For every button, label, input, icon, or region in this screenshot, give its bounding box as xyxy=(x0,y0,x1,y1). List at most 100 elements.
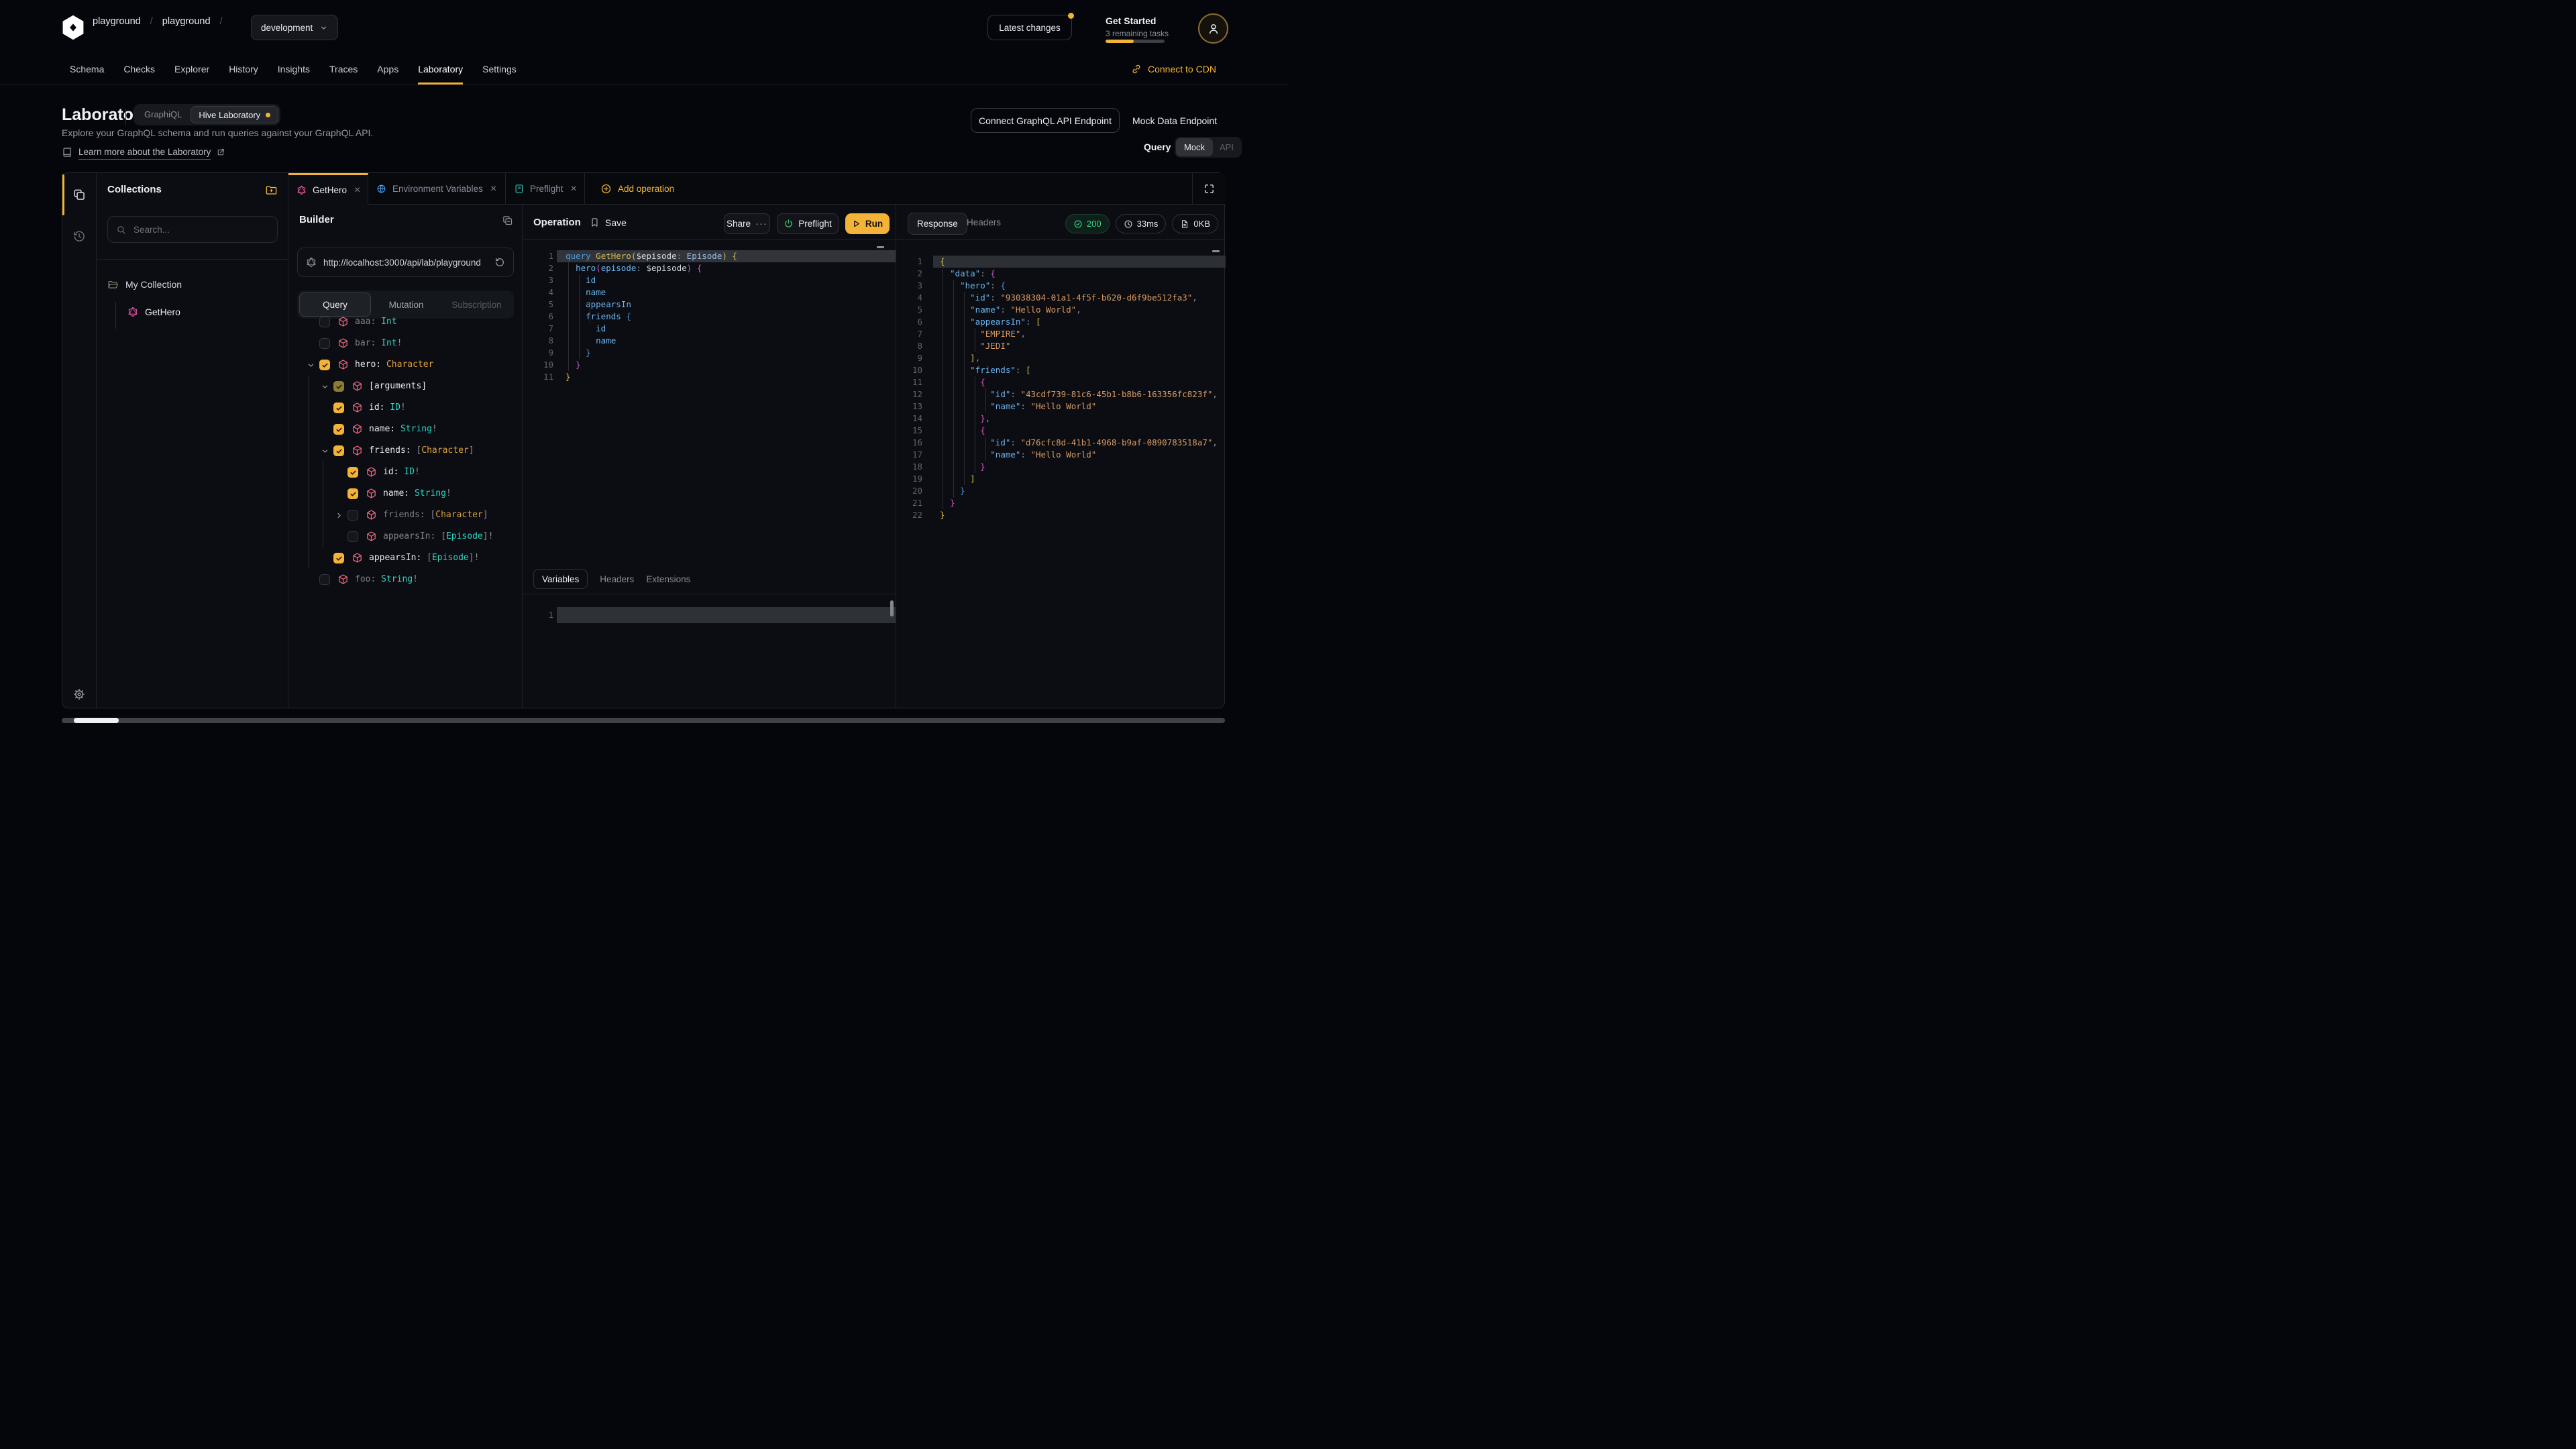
avatar[interactable] xyxy=(1198,13,1228,44)
line-number: 11 xyxy=(896,376,922,388)
field-checkbox[interactable] xyxy=(333,381,344,392)
nav-tab-settings[interactable]: Settings xyxy=(482,54,517,85)
search-input[interactable] xyxy=(132,224,269,235)
collection-operation-row[interactable]: GetHero xyxy=(127,301,180,323)
code-line: 5 "name": "Hello World", xyxy=(896,304,1226,316)
collection-folder-label: My Collection xyxy=(125,279,182,290)
run-label: Run xyxy=(865,219,883,229)
field-label: [arguments] xyxy=(369,376,427,397)
save-button[interactable]: Save xyxy=(590,205,627,240)
field-checkbox[interactable] xyxy=(347,467,358,478)
field-checkbox[interactable] xyxy=(333,424,344,435)
chevron-down-icon[interactable] xyxy=(321,447,329,455)
field-checkbox[interactable] xyxy=(333,553,344,564)
gear-icon[interactable] xyxy=(72,688,86,701)
horizontal-scrollbar[interactable] xyxy=(62,718,1225,723)
nav-tab-explorer[interactable]: Explorer xyxy=(174,54,209,85)
code-text: }, xyxy=(922,413,990,425)
response-tab-response[interactable]: Response xyxy=(908,213,967,235)
code-text: "appearsIn": [ xyxy=(922,316,1041,328)
chevron-down-icon[interactable] xyxy=(321,382,329,391)
field-row-hero-2[interactable]: hero: Character xyxy=(288,354,522,376)
io-tab-extensions[interactable]: Extensions xyxy=(646,574,690,584)
response-tab-headers[interactable]: Headers xyxy=(967,205,1001,240)
sidebar-rail xyxy=(62,173,97,708)
field-checkbox[interactable] xyxy=(319,338,330,349)
field-row-foo-12[interactable]: foo: String! xyxy=(288,569,522,590)
add-collection-icon[interactable] xyxy=(265,184,278,197)
close-icon[interactable]: × xyxy=(354,185,360,196)
share-button[interactable]: Share ··· xyxy=(724,213,770,234)
variables-editor[interactable]: 1 xyxy=(523,594,896,623)
field-row-friends-9[interactable]: friends: [Character] xyxy=(288,504,522,526)
field-checkbox[interactable] xyxy=(319,360,330,370)
add-operation-button[interactable]: Add operation xyxy=(585,173,681,205)
view-toggle-graphiql[interactable]: GraphiQL xyxy=(136,106,191,123)
breadcrumb-org[interactable]: playground xyxy=(93,16,141,27)
field-row-arguments-3[interactable]: [arguments] xyxy=(288,376,522,397)
preflight-button[interactable]: Preflight xyxy=(777,213,839,234)
code-line: 2 "data": { xyxy=(896,268,1226,280)
view-toggle-hive-laboratory[interactable]: Hive Laboratory xyxy=(191,106,278,123)
nav-tab-insights[interactable]: Insights xyxy=(278,54,310,85)
target-selector[interactable]: development xyxy=(251,15,338,40)
nav-tab-checks[interactable]: Checks xyxy=(123,54,155,85)
code-line: 11 { xyxy=(896,376,1226,388)
tab-gethero[interactable]: GetHero× xyxy=(288,173,368,205)
field-row-friends-6[interactable]: friends: [Character] xyxy=(288,440,522,462)
code-text: id xyxy=(553,323,606,335)
scrollbar-thumb[interactable] xyxy=(890,600,894,616)
nav-tab-traces[interactable]: Traces xyxy=(329,54,358,85)
field-row-bar-1[interactable]: bar: Int! xyxy=(288,333,522,354)
connect-endpoint-button[interactable]: Connect GraphQL API Endpoint xyxy=(971,108,1120,133)
collapse-editor-icon[interactable] xyxy=(877,246,884,248)
scrollbar-thumb[interactable] xyxy=(74,718,119,723)
code-text xyxy=(553,607,566,623)
tab-preflight[interactable]: Preflight× xyxy=(506,173,585,205)
field-row-id-4[interactable]: id: ID! xyxy=(288,397,522,419)
field-checkbox[interactable] xyxy=(319,317,330,327)
breadcrumb-project[interactable]: playground xyxy=(162,16,211,27)
nav-tab-apps[interactable]: Apps xyxy=(377,54,398,85)
hive-logo-icon[interactable] xyxy=(62,15,85,40)
collection-folder-row[interactable]: My Collection xyxy=(107,274,182,295)
io-tab-variables[interactable]: Variables xyxy=(533,569,588,589)
close-icon[interactable]: × xyxy=(490,184,496,195)
field-row-name-8[interactable]: name: String! xyxy=(288,483,522,504)
chevron-right-icon[interactable] xyxy=(335,511,343,520)
chevron-down-icon[interactable] xyxy=(307,361,315,370)
io-tab-headers[interactable]: Headers xyxy=(600,574,634,584)
nav-tab-history[interactable]: History xyxy=(229,54,258,85)
code-line: 14 }, xyxy=(896,413,1226,425)
endpoint-mode-api[interactable]: API xyxy=(1213,142,1240,152)
run-button[interactable]: Run xyxy=(845,213,890,234)
learn-more-link[interactable]: Learn more about the Laboratory xyxy=(62,145,225,160)
close-icon[interactable]: × xyxy=(571,184,577,195)
field-type: ! xyxy=(488,531,494,541)
collections-icon[interactable] xyxy=(72,188,86,201)
field-row-appearsin-10[interactable]: appearsIn: [Episode]! xyxy=(288,526,522,547)
fullscreen-button[interactable] xyxy=(1192,173,1226,205)
response-editor[interactable]: 1{2 "data": {3 "hero": {4 "id": "9303830… xyxy=(896,240,1226,521)
connect-cdn-link[interactable]: Connect to CDN xyxy=(1131,54,1216,85)
field-checkbox[interactable] xyxy=(319,574,330,585)
indent-guide xyxy=(985,437,986,461)
latest-changes-button[interactable]: Latest changes xyxy=(987,15,1072,40)
field-row-name-5[interactable]: name: String! xyxy=(288,419,522,440)
get-started-title[interactable]: Get Started xyxy=(1106,15,1156,26)
nav-tab-schema[interactable]: Schema xyxy=(70,54,104,85)
field-checkbox[interactable] xyxy=(347,488,358,499)
field-row-appearsin-11[interactable]: appearsIn: [Episode]! xyxy=(288,547,522,569)
nav-tab-laboratory[interactable]: Laboratory xyxy=(418,54,463,85)
field-checkbox[interactable] xyxy=(333,402,344,413)
endpoint-mode-mock[interactable]: Mock xyxy=(1176,138,1213,156)
mock-endpoint-button[interactable]: Mock Data Endpoint xyxy=(1132,108,1217,133)
field-row-aaa-0[interactable]: aaa: Int xyxy=(288,311,522,333)
collapse-editor-icon[interactable] xyxy=(1212,250,1220,252)
tab-environment-variables[interactable]: Environment Variables× xyxy=(368,173,506,205)
field-row-id-7[interactable]: id: ID! xyxy=(288,462,522,483)
field-checkbox[interactable] xyxy=(347,531,358,542)
history-icon[interactable] xyxy=(72,229,86,243)
field-checkbox[interactable] xyxy=(333,445,344,456)
field-checkbox[interactable] xyxy=(347,510,358,521)
